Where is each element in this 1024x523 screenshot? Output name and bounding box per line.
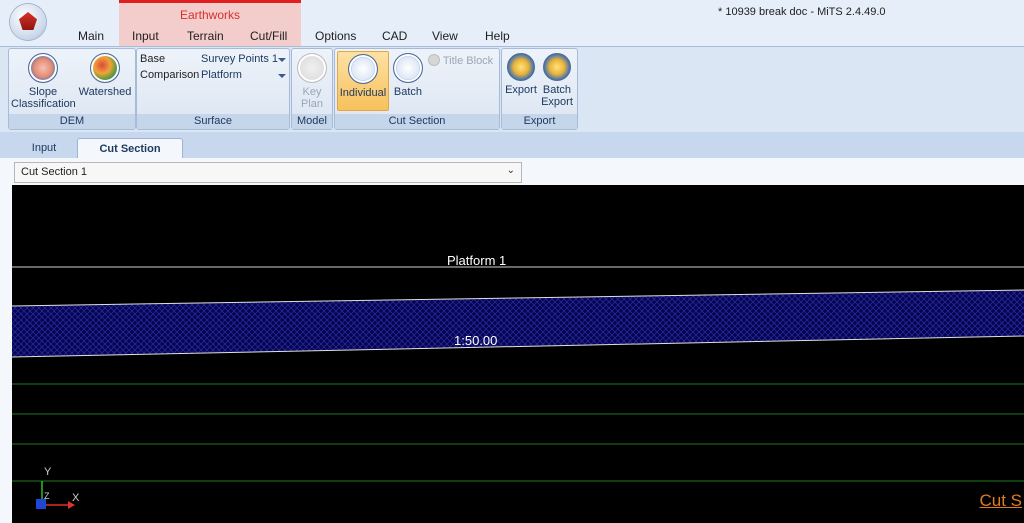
ucs-axis-icon: Y Z X <box>36 466 80 509</box>
batch-export-button[interactable]: Batch Export <box>539 53 575 108</box>
watershed-button[interactable]: Watershed <box>77 53 133 98</box>
ribbon-group-model: Key Plan Model <box>291 48 333 130</box>
title-block-button[interactable]: Title Block <box>428 54 498 67</box>
chevron-down-icon: ⌄ <box>506 165 515 176</box>
batch-export-icon <box>543 53 571 81</box>
model-group-label: Model <box>292 114 332 129</box>
individual-label: Individual <box>339 87 387 99</box>
slope-label-line1: Slope <box>28 86 58 98</box>
tab-cut-section[interactable]: Cut Section <box>77 138 183 159</box>
base-dropdown-icon[interactable] <box>278 58 286 62</box>
app-menu-button[interactable] <box>10 4 46 40</box>
earthworks-context-label: Earthworks <box>179 8 241 22</box>
title-block-label: Title Block <box>442 55 494 67</box>
ribbon-group-cut-section: Individual Batch Title Block Cut Section <box>334 48 500 130</box>
export-icon <box>507 53 535 81</box>
key-plan-line1: Key <box>302 86 322 98</box>
base-label: Base <box>140 53 166 65</box>
watershed-icon <box>90 53 120 83</box>
cut-section-select-value: Cut Section 1 <box>21 166 88 178</box>
slope-classification-button[interactable]: Slope Classification <box>11 53 76 110</box>
batch-cut-icon <box>393 53 423 83</box>
batch-button[interactable]: Batch <box>390 53 426 98</box>
ribbon-group-surface: Base Survey Points 1 Comparison Platform… <box>136 48 290 130</box>
cad-drawing: Platform 1 1:50.00 Y Z X <box>12 253 1024 509</box>
cut-section-select[interactable]: Cut Section 1 ⌄ <box>14 162 522 183</box>
comparison-dropdown-icon[interactable] <box>278 74 286 78</box>
watershed-label: Watershed <box>78 86 132 98</box>
menu-help[interactable]: Help <box>481 27 514 45</box>
key-plan-line2: Plan <box>300 98 324 110</box>
platform-label: Platform 1 <box>447 253 506 268</box>
base-select[interactable]: Survey Points 1 <box>201 53 278 65</box>
window-title: * 10939 break doc - MiTS 2.4.49.0 <box>718 6 886 18</box>
comparison-label: Comparison <box>140 69 200 81</box>
surface-group-label: Surface <box>137 114 289 129</box>
dem-group-label: DEM <box>9 114 135 129</box>
svg-text:X: X <box>72 492 80 504</box>
individual-button[interactable]: Individual <box>337 51 389 111</box>
menu-cad[interactable]: CAD <box>378 27 411 45</box>
svg-text:Y: Y <box>44 466 52 478</box>
batch-export-line2: Export <box>541 96 573 108</box>
comparison-select[interactable]: Platform <box>201 69 242 81</box>
export-group-label: Export <box>502 114 577 129</box>
key-plan-icon <box>297 53 327 83</box>
ribbon-group-export: Export Batch Export Export <box>501 48 578 130</box>
tab-input[interactable]: Input <box>14 138 74 158</box>
menu-options[interactable]: Options <box>311 27 360 45</box>
menu-input[interactable]: Input <box>128 27 163 45</box>
cut-section-group-label: Cut Section <box>335 114 499 129</box>
cut-section-canvas[interactable]: Platform 1 1:50.00 Y Z X Cut S <box>12 185 1024 523</box>
export-label: Export <box>505 84 537 96</box>
menu-cut-fill[interactable]: Cut/Fill <box>246 27 291 45</box>
menu-main[interactable]: Main <box>74 27 108 45</box>
svg-text:Z: Z <box>44 491 50 501</box>
menu-view[interactable]: View <box>428 27 462 45</box>
batch-label: Batch <box>393 86 423 98</box>
app-logo-icon <box>19 12 37 30</box>
slope-classification-icon <box>28 53 58 83</box>
ribbon-group-dem: Slope Classification Watershed DEM <box>8 48 136 130</box>
menu-terrain[interactable]: Terrain <box>183 27 228 45</box>
slope-label-line2: Classification <box>11 98 76 110</box>
cut-section-link[interactable]: Cut S <box>979 491 1022 511</box>
key-plan-button[interactable]: Key Plan <box>294 53 330 110</box>
batch-export-line1: Batch <box>542 84 572 96</box>
export-button[interactable]: Export <box>503 53 539 96</box>
title-block-icon <box>428 54 440 66</box>
individual-cut-icon <box>348 54 378 84</box>
slope-ratio-label: 1:50.00 <box>454 333 497 348</box>
